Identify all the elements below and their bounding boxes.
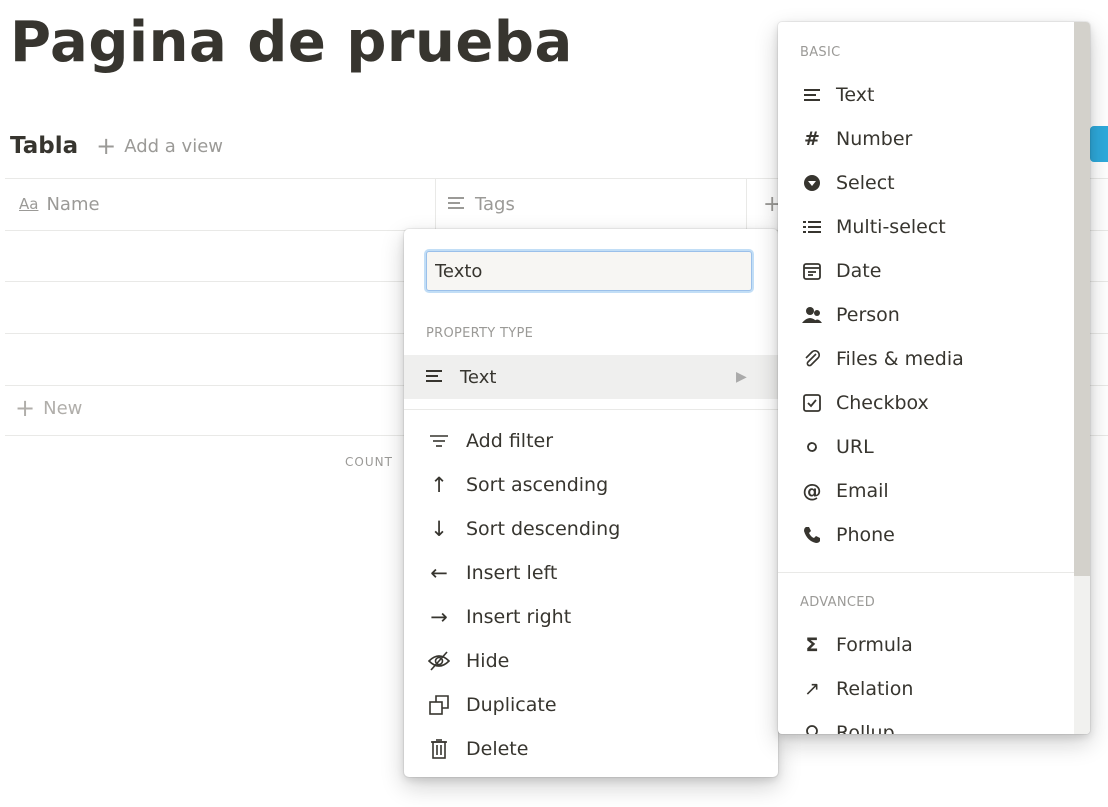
type-option-rollup[interactable]: Rollup (778, 711, 1074, 734)
eye-slash-icon (426, 651, 452, 671)
plus-icon: + (15, 394, 36, 422)
type-option-label: Text (836, 84, 875, 106)
type-option-formula[interactable]: Σ Formula (778, 623, 1074, 667)
trash-icon (426, 739, 452, 759)
select-icon (800, 174, 824, 192)
divider (404, 409, 778, 410)
type-option-label: URL (836, 436, 874, 458)
type-option-label: Checkbox (836, 392, 929, 414)
type-option-files-media[interactable]: Files & media (778, 337, 1074, 381)
property-type-label: PROPERTY TYPE (426, 326, 534, 341)
menu-item-label: Sort ascending (466, 474, 609, 496)
arrow-down-icon: ↓ (430, 517, 448, 541)
type-option-label: Relation (836, 678, 914, 700)
text-lines-icon (424, 367, 444, 388)
page-title[interactable]: Pagina de prueba (10, 4, 573, 82)
divider[interactable] (746, 178, 747, 230)
type-option-label: Formula (836, 634, 913, 656)
arrow-up-icon: ↑ (430, 473, 448, 497)
checkbox-icon (800, 394, 824, 412)
type-option-label: Select (836, 172, 895, 194)
new-row-button[interactable]: + New (15, 394, 82, 422)
view-header: Tabla + Add a view (10, 130, 223, 162)
basic-section-label: BASIC (800, 45, 841, 60)
list-icon (800, 220, 824, 234)
property-type-value: Text (460, 366, 497, 388)
type-option-phone[interactable]: Phone (778, 513, 1074, 557)
type-option-label: Multi-select (836, 216, 946, 238)
view-name[interactable]: Tabla (10, 133, 78, 159)
calendar-icon (800, 262, 824, 280)
count-label[interactable]: COUNT (345, 455, 393, 469)
type-option-number[interactable]: # Number (778, 117, 1074, 161)
type-option-person[interactable]: Person (778, 293, 1074, 337)
scrollbar-thumb[interactable] (1074, 22, 1090, 576)
menu-item-insert-left[interactable]: ← Insert left (404, 551, 778, 595)
type-option-text[interactable]: Text (778, 73, 1074, 117)
type-option-select[interactable]: Select (778, 161, 1074, 205)
column-label: Tags (475, 193, 515, 215)
type-option-multi-select[interactable]: Multi-select (778, 205, 1074, 249)
text-lines-icon (800, 88, 824, 102)
type-option-label: Number (836, 128, 913, 150)
new-label: New (43, 397, 83, 419)
type-option-date[interactable]: Date (778, 249, 1074, 293)
filter-icon (426, 434, 452, 448)
column-header-tags[interactable]: Tags (447, 178, 515, 230)
arrow-left-icon: ← (430, 561, 448, 585)
advanced-section-label: ADVANCED (800, 595, 876, 610)
property-type-submenu: BASIC Text # Number Select Multi-select … (778, 22, 1090, 734)
type-option-email[interactable]: @ Email (778, 469, 1074, 513)
property-name-input[interactable] (426, 251, 752, 291)
hash-icon: # (804, 128, 820, 150)
search-icon (800, 724, 824, 734)
text-lines-icon (447, 194, 465, 215)
menu-item-label: Sort descending (466, 518, 621, 540)
add-view-button[interactable]: + Add a view (96, 134, 223, 158)
menu-item-label: Duplicate (466, 694, 557, 716)
column-label: Name (46, 193, 100, 215)
type-option-relation[interactable]: ↗ Relation (778, 667, 1074, 711)
plus-icon: + (96, 132, 117, 160)
column-header-name[interactable]: Aa Name (19, 178, 100, 230)
arrow-right-icon: → (430, 605, 448, 629)
menu-item-sort-ascending[interactable]: ↑ Sort ascending (404, 463, 778, 507)
type-option-label: Rollup (836, 722, 895, 734)
menu-item-hide[interactable]: Hide (404, 639, 778, 683)
type-option-checkbox[interactable]: Checkbox (778, 381, 1074, 425)
menu-item-label: Insert left (466, 562, 558, 584)
property-type-select[interactable]: Text ▶ (404, 355, 778, 399)
divider (778, 572, 1074, 573)
type-option-label: Date (836, 260, 882, 282)
divider[interactable] (435, 178, 436, 230)
property-menu: PROPERTY TYPE Text ▶ Add filter ↑ Sort a… (404, 229, 778, 777)
menu-item-label: Delete (466, 738, 529, 760)
duplicate-icon (426, 695, 452, 715)
paperclip-icon (800, 350, 824, 368)
type-option-label: Files & media (836, 348, 964, 370)
type-option-url[interactable]: URL (778, 425, 1074, 469)
menu-item-add-filter[interactable]: Add filter (404, 419, 778, 463)
add-view-label: Add a view (124, 135, 224, 157)
person-icon (800, 306, 824, 324)
type-option-label: Phone (836, 524, 895, 546)
scrollbar[interactable] (1074, 22, 1090, 734)
text-aa-icon: Aa (19, 195, 39, 213)
menu-item-insert-right[interactable]: → Insert right (404, 595, 778, 639)
type-option-label: Email (836, 480, 889, 502)
menu-item-label: Add filter (466, 430, 554, 452)
link-icon (800, 438, 824, 456)
new-button-edge[interactable] (1090, 126, 1108, 162)
menu-item-duplicate[interactable]: Duplicate (404, 683, 778, 727)
menu-item-sort-descending[interactable]: ↓ Sort descending (404, 507, 778, 551)
menu-item-label: Insert right (466, 606, 572, 628)
phone-icon (800, 526, 824, 544)
menu-item-label: Hide (466, 650, 510, 672)
sigma-icon: Σ (805, 634, 819, 656)
at-icon: @ (802, 480, 822, 502)
chevron-right-icon: ▶ (736, 369, 747, 385)
menu-item-delete[interactable]: Delete (404, 727, 778, 771)
arrow-up-right-icon: ↗ (804, 678, 820, 700)
type-option-label: Person (836, 304, 900, 326)
